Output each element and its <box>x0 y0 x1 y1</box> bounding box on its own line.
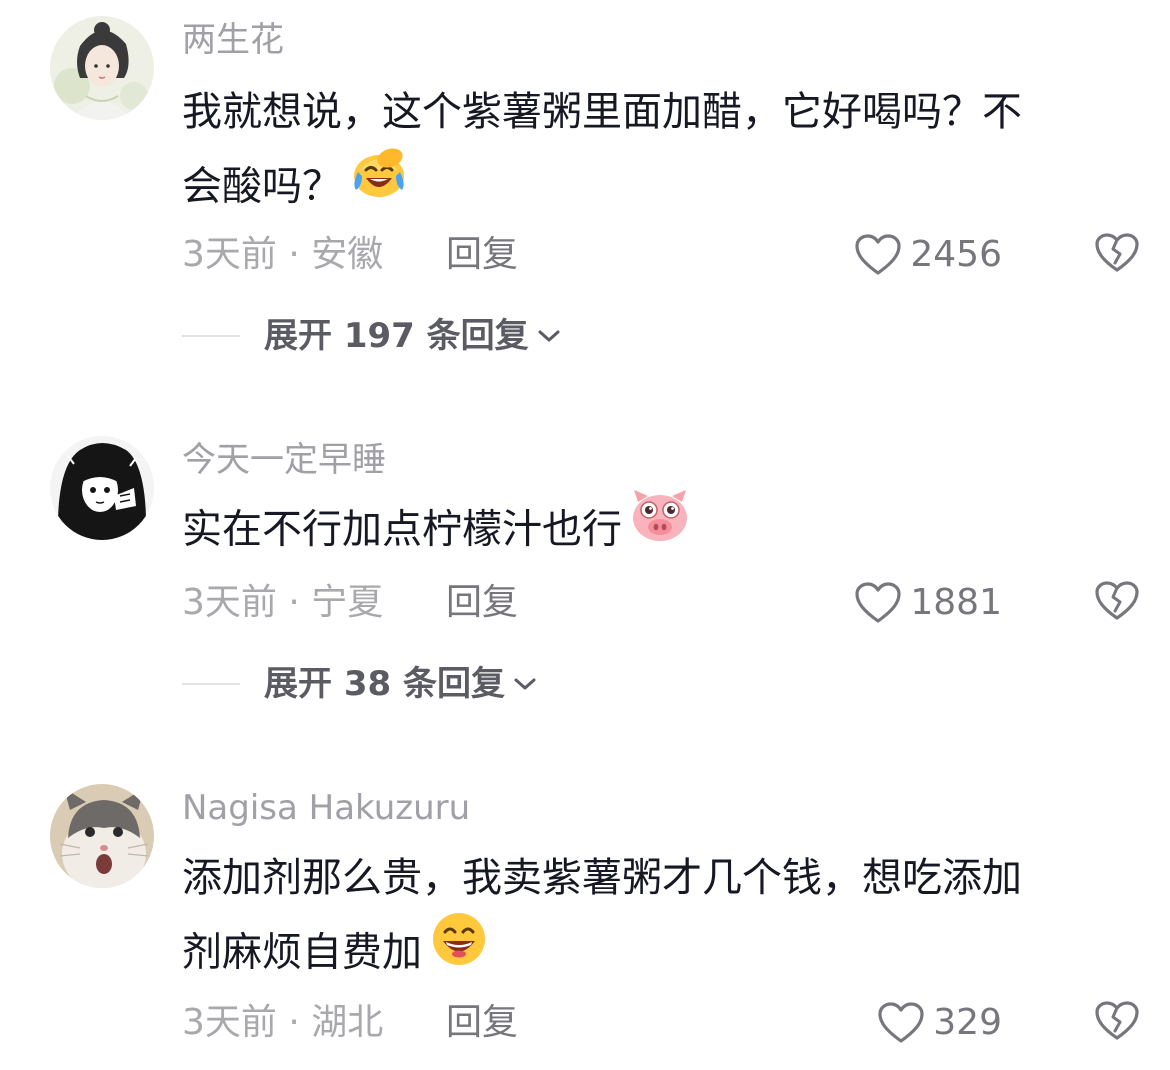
comment-text-segment: 会酸吗？ <box>182 163 342 210</box>
expand-replies-label: 展开 38 条回复 <box>264 664 505 704</box>
chevron-down-icon <box>505 676 537 692</box>
broken-heart-icon <box>1094 1000 1140 1046</box>
avatar-image <box>50 16 154 120</box>
comment-time-location: 3天前 · 安徽 <box>182 234 384 275</box>
like-count: 1881 <box>910 582 1002 623</box>
avatar[interactable] <box>50 784 154 888</box>
comment-time-location: 3天前 · 湖北 <box>182 1002 384 1043</box>
avatar-image <box>50 436 154 540</box>
expand-divider <box>182 335 240 337</box>
expand-replies-label: 展开 197 条回复 <box>264 316 529 356</box>
grinning-emoji <box>430 910 488 991</box>
comment-text: 添加剂那么贵，我卖紫薯粥才几个钱，想吃添加 剂麻烦自费加 <box>182 842 1122 995</box>
broken-heart-icon <box>1094 580 1140 626</box>
dislike-button[interactable] <box>1092 580 1142 626</box>
comment-text: 我就想说，这个紫薯粥里面加醋，它好喝吗？不 会酸吗？ <box>182 76 1122 229</box>
comment-text-line: 会酸吗？ <box>182 148 1122 229</box>
heart-outline-icon <box>854 233 902 277</box>
reply-button[interactable]: 回复 <box>446 580 518 626</box>
reply-button[interactable]: 回复 <box>446 1000 518 1046</box>
like-count: 329 <box>933 1002 1002 1043</box>
avatar-image <box>50 784 154 888</box>
comment-text-segment: 剂麻烦自费加 <box>182 929 422 976</box>
comment-time-location: 3天前 · 宁夏 <box>182 582 384 623</box>
comment-text-line: 实在不行加点柠檬汁也行 <box>182 490 1122 571</box>
heart-outline-icon <box>854 581 902 625</box>
comment-text-line: 剂麻烦自费加 <box>182 913 1122 995</box>
comment-meta: 3天前 · 湖北 回复 329 <box>182 1000 1142 1046</box>
like-button[interactable]: 1881 <box>854 580 1002 626</box>
avatar[interactable] <box>50 16 154 120</box>
heart-outline-icon <box>877 1001 925 1045</box>
comment-username[interactable]: Nagisa Hakuzuru <box>182 788 470 828</box>
broken-heart-icon <box>1094 232 1140 278</box>
comment-text-line: 添加剂那么贵，我卖紫薯粥才几个钱，想吃添加 <box>182 855 1022 901</box>
expand-replies-button[interactable]: 展开 197 条回复 <box>264 313 561 359</box>
comment-text-segment: 实在不行加点柠檬汁也行 <box>182 506 622 553</box>
like-button[interactable]: 2456 <box>854 232 1002 278</box>
comment-meta: 3天前 · 安徽 回复 2456 <box>182 232 1142 278</box>
expand-replies-button[interactable]: 展开 38 条回复 <box>264 661 537 707</box>
avatar[interactable] <box>50 436 154 540</box>
pig-face-emoji <box>630 488 690 567</box>
reply-button[interactable]: 回复 <box>446 232 518 278</box>
dislike-button[interactable] <box>1092 232 1142 278</box>
dislike-button[interactable] <box>1092 1000 1142 1046</box>
like-button[interactable]: 329 <box>877 1000 1002 1046</box>
comment-text-line: 我就想说，这个紫薯粥里面加醋，它好喝吗？不 <box>182 89 1022 135</box>
comment-text: 实在不行加点柠檬汁也行 <box>182 490 1122 571</box>
like-count: 2456 <box>910 234 1002 275</box>
expand-divider <box>182 683 240 685</box>
chevron-down-icon <box>529 328 561 344</box>
expand-replies-row: 展开 197 条回复 <box>182 313 561 359</box>
laughing-crying-emoji <box>350 144 408 225</box>
comment-meta: 3天前 · 宁夏 回复 1881 <box>182 580 1142 626</box>
comment-username[interactable]: 两生花 <box>182 20 284 60</box>
expand-replies-row: 展开 38 条回复 <box>182 661 537 707</box>
comment-username[interactable]: 今天一定早睡 <box>182 440 386 480</box>
